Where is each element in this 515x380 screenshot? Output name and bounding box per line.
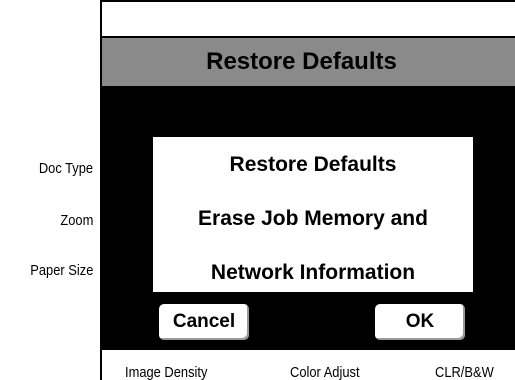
touch-screen: Restore Defaults Restore Defaults Erase … <box>100 0 515 380</box>
title-bar: Restore Defaults <box>102 36 515 88</box>
doc-type-label: Doc Type <box>38 160 93 177</box>
dialog-message-line-1: Erase Job Memory and <box>198 207 428 230</box>
confirmation-dialog: Restore Defaults Erase Job Memory and Ne… <box>153 137 473 292</box>
color-adjust-label: Color Adjust <box>290 364 360 380</box>
dialog-message-line-2: Network Information <box>210 261 416 284</box>
cancel-button[interactable]: Cancel <box>157 302 251 342</box>
page-title: Restore Defaults <box>206 48 397 75</box>
clr-bw-label: CLR/B&W <box>435 364 494 380</box>
image-density-label: Image Density <box>125 364 208 380</box>
zoom-label: Zoom <box>60 212 93 229</box>
ok-button[interactable]: OK <box>373 302 467 342</box>
dialog-panel: Restore Defaults Erase Job Memory and Ne… <box>102 88 515 350</box>
paper-size-label: Paper Size <box>29 262 93 279</box>
dialog-heading: Restore Defaults <box>229 153 397 176</box>
